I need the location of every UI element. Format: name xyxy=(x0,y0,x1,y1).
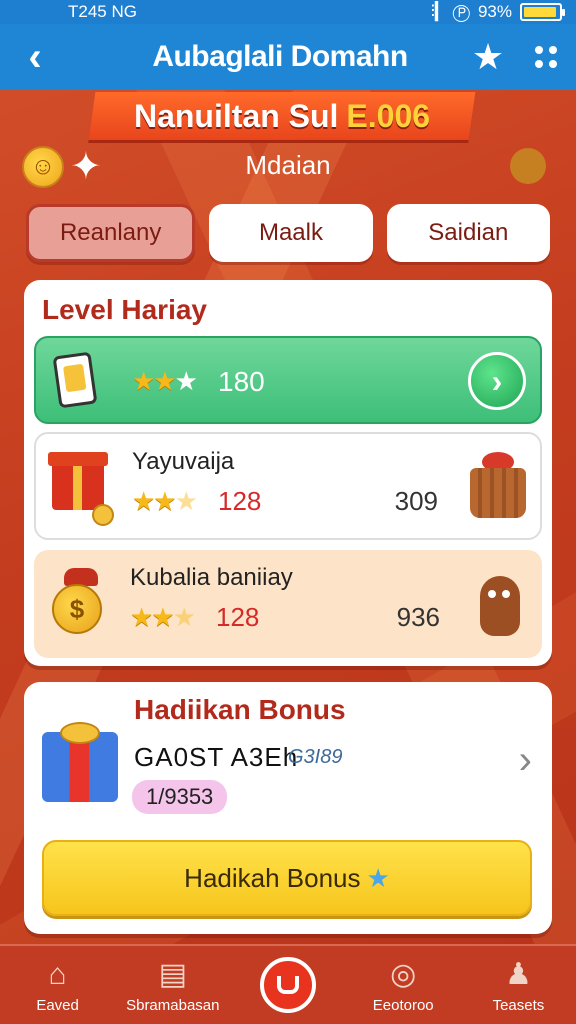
battery-fill xyxy=(524,7,556,17)
menu-dot-icon xyxy=(535,60,543,68)
status-time: T245 NG xyxy=(68,2,137,21)
profile-card-icon: ▤ xyxy=(158,958,187,991)
list-item[interactable]: $ Kubalia baniiay ★★★ 128 936 xyxy=(34,550,542,658)
back-button[interactable]: ‹ xyxy=(0,24,70,90)
chevron-left-icon: ‹ xyxy=(28,34,42,79)
bonus-code: GA0ST A3Eh xyxy=(134,742,299,772)
coin-icon xyxy=(92,504,114,526)
menu-dot-icon xyxy=(535,46,543,54)
grid-menu-button[interactable] xyxy=(516,46,576,68)
gift-box-icon xyxy=(48,452,108,510)
rating-stars: ★★★ xyxy=(132,366,198,396)
user-icon: ♟ xyxy=(504,958,532,991)
item-name: Yayuvaija xyxy=(132,448,235,475)
banner-text: Nanuiltan Sul E.006 xyxy=(92,92,472,140)
nav-label: Teasets xyxy=(492,996,545,1014)
item-name: Kubalia baniiay xyxy=(130,564,293,591)
tab-bar: Reanlany Maalk Saidian xyxy=(26,204,550,262)
highlight-value: 180 xyxy=(218,366,265,397)
chevron-right-icon[interactable]: › xyxy=(519,738,532,783)
claim-bonus-label: Hadikah Bonus xyxy=(184,862,361,893)
star-icon: ★ xyxy=(366,862,390,893)
nav-label: Eeotoroo xyxy=(372,996,434,1014)
level-title: Level Hariay xyxy=(42,294,207,325)
item-count: 936 xyxy=(396,602,440,632)
home-icon: ⌂ xyxy=(48,957,67,991)
battery-percent: 93% xyxy=(477,2,512,21)
item-count: 309 xyxy=(394,486,438,516)
banner-accent: E.006 xyxy=(346,97,431,134)
nav-item-home[interactable]: ⌂ Eaved xyxy=(0,946,115,1024)
item-value: 128 xyxy=(216,602,260,632)
app-header: ‹ Aubaglali Domahn ★ xyxy=(0,24,576,90)
nav-item-user[interactable]: ♟ Teasets xyxy=(461,946,576,1024)
status-indicators: ⫶▎ Ⓟ 93% xyxy=(430,2,565,22)
money-coin-icon: $ xyxy=(52,584,102,634)
bottom-nav: ⌂ Eaved ▤ Sbramabasan ◎ Eeotoroo ♟ Tease… xyxy=(0,944,576,1024)
menu-dot-icon xyxy=(549,46,557,54)
coins-icon xyxy=(60,722,100,744)
bonus-code-suffix: G3I89 xyxy=(288,746,343,768)
favorite-star-button[interactable]: ★ xyxy=(460,36,516,78)
claim-bonus-button[interactable]: Hadikah Bonus ★ xyxy=(42,840,532,916)
page-title: Aubaglali Domahn xyxy=(152,40,408,73)
item-value: 128 xyxy=(218,486,262,516)
battery-icon xyxy=(520,3,565,21)
nav-item-profile[interactable]: ▤ Sbramabasan xyxy=(115,946,230,1024)
mascot-icon xyxy=(480,576,520,636)
banner-label: Nanuiltan Sul xyxy=(133,97,339,134)
tab-saidian[interactable]: Saidian xyxy=(386,204,550,262)
bonus-title: Hadiikan Bonus xyxy=(134,694,346,725)
star-icon: ★ xyxy=(471,36,505,77)
status-bar: T245 NG ⫶▎ Ⓟ 93% xyxy=(0,0,576,24)
rating-stars: ★★★ xyxy=(132,486,198,516)
rating-stars: ★★★ xyxy=(130,602,196,632)
subtitle: Mdaian xyxy=(245,150,331,180)
list-item[interactable]: Yayuvaija ★★★ 128 309 xyxy=(34,432,542,540)
gift-basket-icon xyxy=(470,468,526,518)
tab-reanlany[interactable]: Reanlany xyxy=(26,204,196,262)
decorative-orb xyxy=(510,148,546,184)
target-icon: ◎ xyxy=(390,958,417,991)
nav-item-target[interactable]: ◎ Eeotoroo xyxy=(346,946,461,1024)
phone-icon xyxy=(52,351,98,409)
level-highlight-row[interactable]: ★★★ 180 › xyxy=(34,336,542,424)
nav-item-center[interactable] xyxy=(230,946,345,1024)
chevron-right-icon: › xyxy=(491,362,503,399)
hat-icon xyxy=(64,568,98,586)
bonus-counter-badge: 1/9353 xyxy=(132,780,228,814)
bonus-card: Hadiikan Bonus GA0ST A3Eh G3I89 › 1/9353… xyxy=(24,682,552,934)
menu-dot-icon xyxy=(549,60,557,68)
tab-maalk[interactable]: Maalk xyxy=(209,204,373,262)
go-button[interactable]: › xyxy=(468,352,526,410)
level-card: Level Hariay ★★★ 180 › Yayuvaija ★★★ 128… xyxy=(24,280,552,666)
center-play-icon xyxy=(260,957,316,1013)
signal-icon: ⫶▎ Ⓟ xyxy=(430,2,470,21)
nav-label: Sbramabasan xyxy=(126,996,220,1014)
nav-label: Eaved xyxy=(36,996,79,1014)
